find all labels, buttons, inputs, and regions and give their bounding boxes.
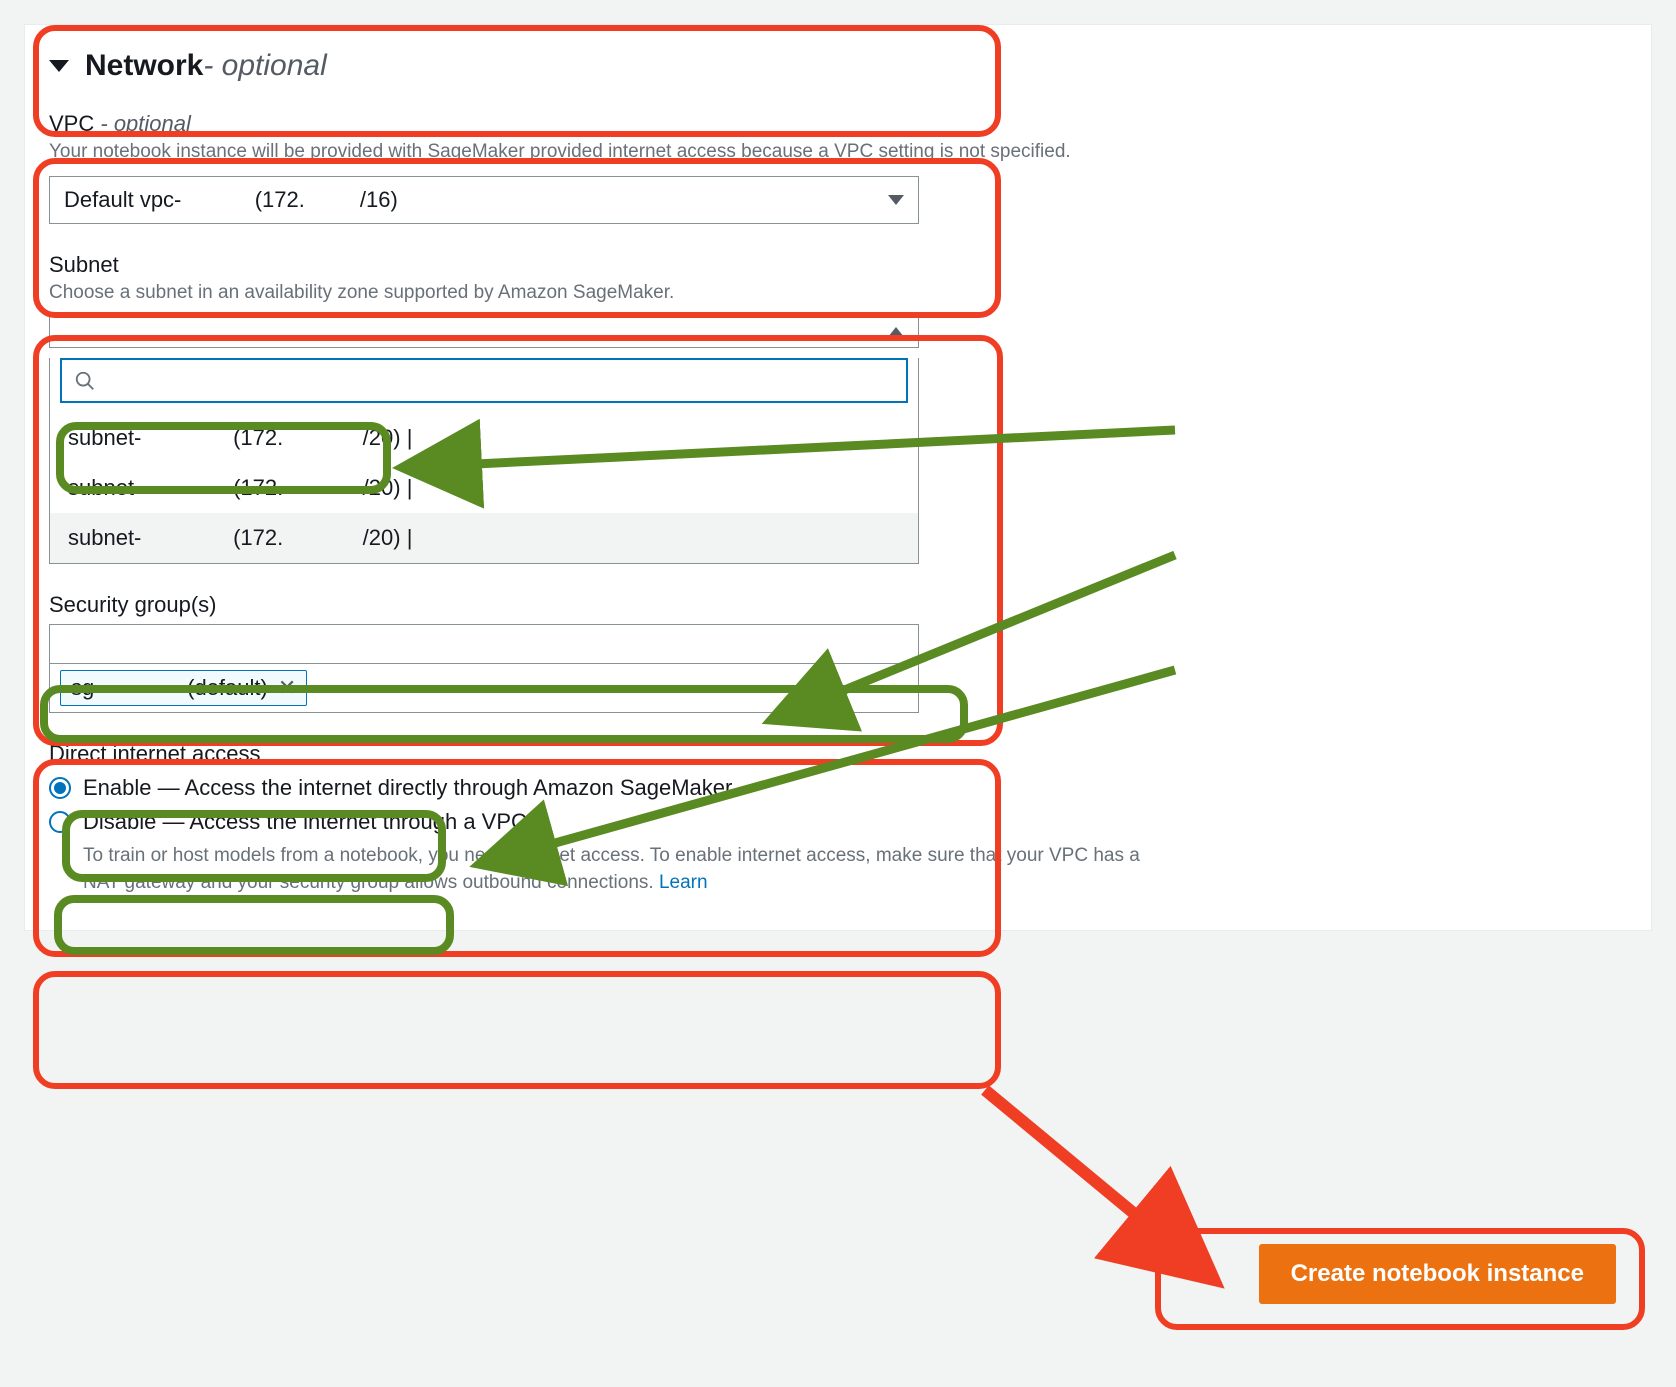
- sg-field: Security group(s) sg- (default) ✕: [49, 592, 1627, 713]
- vpc-value: Default vpc- (172. /16): [64, 187, 398, 213]
- annotation-red-dia: [33, 971, 1001, 1089]
- subnet-select[interactable]: [49, 316, 919, 348]
- search-icon: [74, 370, 96, 392]
- subnet-option-1[interactable]: subnet- (172. /20) |: [50, 463, 918, 513]
- vpc-select[interactable]: Default vpc- (172. /16): [49, 176, 919, 224]
- vpc-field: VPC - optional Your notebook instance wi…: [49, 111, 1627, 224]
- sg-label: Security group(s): [49, 592, 1627, 618]
- close-icon[interactable]: ✕: [278, 675, 296, 701]
- dia-label: Direct internet access: [49, 741, 1627, 767]
- radio-selected-icon: [49, 777, 71, 799]
- caret-down-icon: [49, 60, 69, 72]
- vpc-optional: - optional: [100, 111, 191, 136]
- subnet-field: Subnet Choose a subnet in an availabilit…: [49, 252, 1627, 565]
- dia-help: To train or host models from a notebook,…: [49, 843, 1149, 896]
- sg-token-box: sg- (default) ✕: [49, 664, 919, 713]
- section-title: Network: [85, 49, 203, 83]
- dia-enable-row[interactable]: Enable — Access the internet directly th…: [49, 775, 1627, 801]
- chevron-up-icon: [888, 327, 904, 337]
- subnet-help: Choose a subnet in an availability zone …: [49, 280, 1627, 307]
- subnet-dropdown: subnet- (172. /20) | subnet- (172. /20) …: [49, 358, 919, 564]
- subnet-option-0[interactable]: subnet- (172. /20) |: [50, 413, 918, 463]
- sg-token-label: sg- (default): [71, 675, 268, 701]
- section-optional: - optional: [203, 49, 326, 83]
- network-section-header[interactable]: Network - optional: [49, 49, 1627, 83]
- subnet-option-2[interactable]: subnet- (172. /20) |: [50, 513, 918, 563]
- subnet-search-input[interactable]: [104, 368, 894, 393]
- dia-disable-label: Disable — Access the internet through a …: [83, 809, 527, 835]
- sg-token: sg- (default) ✕: [60, 670, 307, 706]
- vpc-label: VPC: [49, 111, 94, 136]
- dia-disable-row[interactable]: Disable — Access the internet through a …: [49, 809, 1627, 835]
- sg-select[interactable]: [49, 624, 919, 664]
- subnet-label: Subnet: [49, 252, 1627, 278]
- dia-enable-label: Enable — Access the internet directly th…: [83, 775, 732, 801]
- learn-link[interactable]: Learn: [659, 872, 708, 893]
- chevron-down-icon: [888, 195, 904, 205]
- create-notebook-button[interactable]: Create notebook instance: [1259, 1244, 1616, 1304]
- subnet-search-row: [60, 358, 908, 403]
- vpc-help: Your notebook instance will be provided …: [49, 139, 1627, 166]
- radio-icon: [49, 811, 71, 833]
- dia-field: Direct internet access Enable — Access t…: [49, 741, 1627, 896]
